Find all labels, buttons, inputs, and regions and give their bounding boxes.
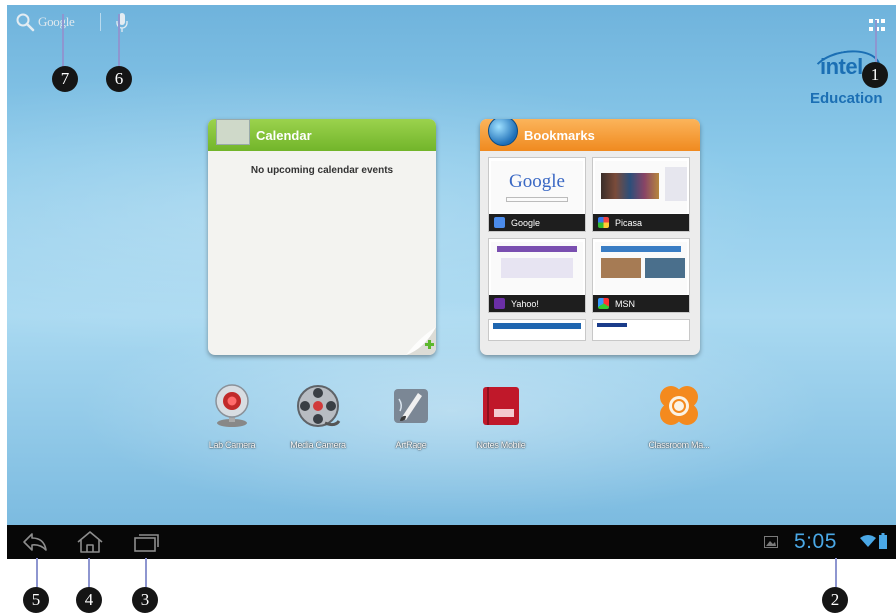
wifi-icon — [860, 535, 876, 547]
intel-logo-text: intel — [820, 54, 863, 79]
bookmark-yahoo[interactable]: Yahoo! — [488, 238, 586, 313]
callout-3: 3 — [132, 587, 158, 613]
google-favicon — [494, 217, 505, 228]
page-header-bar — [601, 246, 681, 252]
callout-4: 4 — [76, 587, 102, 613]
callout-1: 1 — [862, 62, 888, 88]
callout-leader-line — [62, 14, 64, 70]
battery-icon — [879, 533, 887, 549]
callout-2: 2 — [822, 587, 848, 613]
bookmarks-grid: Google Google Picasa Yahoo! MSN — [488, 157, 692, 341]
page-photo — [601, 258, 641, 278]
callout-leader-line — [875, 20, 877, 66]
back-icon[interactable] — [20, 530, 50, 554]
google-page-logo: Google — [509, 171, 565, 192]
bookmark-google[interactable]: Google Google — [488, 157, 586, 232]
callout-leader-line — [118, 14, 120, 70]
app-lab-camera[interactable]: Lab Camera — [187, 383, 277, 450]
red-notebook-icon — [483, 387, 519, 425]
bookmark-partial-thumbnail[interactable] — [592, 319, 690, 341]
bookmark-caption: Yahoo! — [489, 295, 585, 312]
system-bar: 5:05 — [7, 525, 896, 559]
yahoo-favicon — [494, 298, 505, 309]
page-header-bar — [497, 246, 577, 252]
bookmark-caption: Google — [489, 214, 585, 231]
app-label: ArtRage — [395, 440, 427, 450]
search-label: Google — [38, 14, 75, 29]
google-search-bar[interactable]: Google — [15, 11, 75, 33]
bookmark-label: Yahoo! — [511, 298, 539, 309]
page-photo — [645, 258, 685, 278]
calendar-widget-header: Calendar — [208, 119, 436, 151]
recent-apps-icon[interactable] — [131, 530, 161, 554]
all-apps-grid-icon[interactable] — [869, 19, 885, 33]
bookmark-label: MSN — [615, 298, 635, 309]
bookmark-preview — [595, 161, 687, 213]
search-divider — [100, 13, 101, 31]
search-box-preview — [506, 197, 568, 202]
page-photo-strip — [601, 173, 659, 199]
search-icon — [16, 13, 35, 32]
app-label: Media Camera — [290, 440, 346, 450]
callout-7: 7 — [52, 66, 78, 92]
callout-5: 5 — [23, 587, 49, 613]
bookmark-msn[interactable]: MSN — [592, 238, 690, 313]
film-reel-icon — [297, 385, 341, 427]
bookmarks-widget-header: Bookmarks — [480, 119, 700, 151]
intel-education-label: Education — [810, 90, 883, 107]
app-classroom-management[interactable]: Classroom Ma... — [634, 383, 724, 450]
home-icon[interactable] — [75, 530, 105, 554]
page-content-block — [501, 258, 573, 278]
msn-favicon — [598, 298, 609, 309]
bookmarks-widget[interactable]: Bookmarks Google Google Picasa Yahoo! MS… — [480, 119, 700, 355]
paint-brush-icon — [394, 389, 428, 423]
bookmark-label: Picasa — [615, 217, 643, 228]
calendar-icon — [216, 119, 250, 145]
bookmark-preview: Google — [491, 161, 583, 213]
app-label: Notes Mobile — [476, 440, 526, 450]
bookmark-preview — [491, 242, 583, 294]
page-header-bar — [597, 323, 627, 327]
picasa-favicon — [598, 217, 609, 228]
app-label: Lab Camera — [208, 440, 256, 450]
app-notes-mobile[interactable]: Notes Mobile — [456, 383, 546, 450]
bookmark-label: Google — [511, 217, 541, 228]
page-header-bar — [493, 323, 581, 329]
plus-icon[interactable] — [406, 327, 436, 355]
calendar-empty-message: No upcoming calendar events — [250, 165, 394, 176]
callout-6: 6 — [106, 66, 132, 92]
app-label: Classroom Ma... — [648, 440, 710, 450]
globe-icon — [488, 119, 518, 146]
clock[interactable]: 5:05 — [794, 530, 837, 554]
bookmark-partial-thumbnail[interactable] — [488, 319, 586, 341]
tablet-screenshot: Google intel Education Calendar No upcom… — [0, 0, 896, 614]
calendar-widget-title: Calendar — [256, 127, 312, 143]
bookmark-picasa[interactable]: Picasa — [592, 157, 690, 232]
app-media-camera[interactable]: Media Camera — [273, 383, 363, 450]
page-sidebar — [665, 167, 687, 201]
app-artrage[interactable]: ArtRage — [366, 383, 456, 450]
home-screen: Google intel Education Calendar No upcom… — [7, 5, 896, 525]
bookmark-caption: MSN — [593, 295, 689, 312]
bookmark-caption: Picasa — [593, 214, 689, 231]
bookmarks-widget-title: Bookmarks — [524, 127, 595, 143]
classroom-flower-icon — [660, 386, 698, 425]
bookmark-preview — [595, 242, 687, 294]
webcam-icon — [215, 384, 249, 427]
gallery-notification-icon[interactable] — [764, 536, 778, 548]
calendar-widget[interactable]: Calendar No upcoming calendar events — [208, 119, 436, 355]
